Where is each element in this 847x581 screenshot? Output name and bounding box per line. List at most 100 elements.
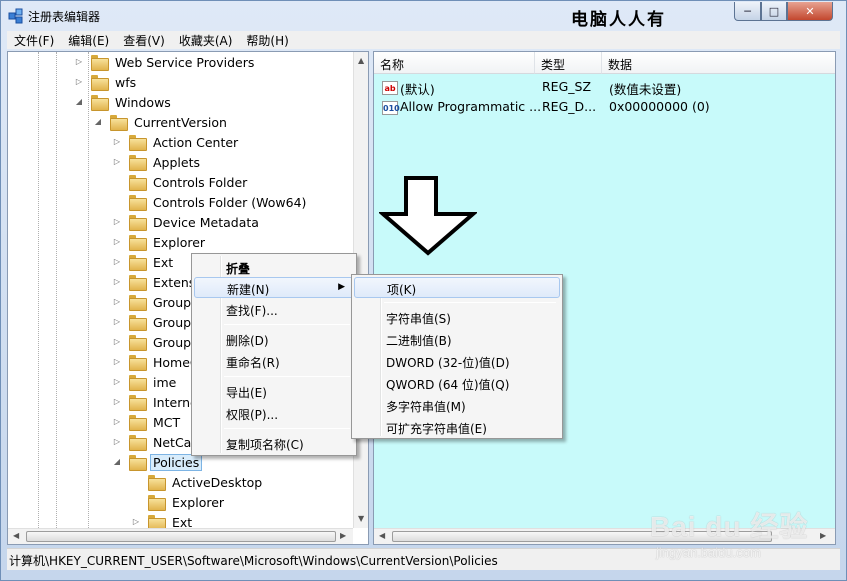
tree-node[interactable]: ◢ Windows xyxy=(74,92,174,112)
menu-item-copy-key-name[interactable]: 复制项名称(C) xyxy=(194,433,354,454)
tree-node[interactable]: Explorer xyxy=(131,492,227,512)
title-bar[interactable]: 注册表编辑器 电脑人人有 ─ □ ✕ xyxy=(1,1,846,31)
menu-item-delete[interactable]: 删除(D) xyxy=(194,329,354,350)
tree-node[interactable]: ▷ HomeG xyxy=(112,352,203,372)
menu-view[interactable]: 查看(V) xyxy=(116,31,172,49)
tree-node-label: Action Center xyxy=(153,134,239,150)
expand-arrow-icon[interactable]: ▷ xyxy=(112,437,122,447)
tree-node[interactable]: ▷ Action Center xyxy=(112,132,241,152)
folder-icon xyxy=(110,115,128,131)
menu-item-export[interactable]: 导出(E) xyxy=(194,381,354,402)
registry-editor-window: 注册表编辑器 电脑人人有 ─ □ ✕ 文件(F) 编辑(E) 查看(V) 收藏夹… xyxy=(0,0,847,581)
tree-node-label: Policies xyxy=(150,453,203,471)
collapse-arrow-icon[interactable]: ◢ xyxy=(112,457,122,467)
scroll-left-icon[interactable]: ◀ xyxy=(379,531,385,540)
value-row[interactable]: ab (默认) REG_SZ (数值未设置) xyxy=(374,77,835,97)
menu-edit[interactable]: 编辑(E) xyxy=(61,31,116,49)
expand-arrow-icon[interactable]: ▷ xyxy=(112,417,122,427)
value-type: REG_SZ xyxy=(542,79,592,94)
folder-icon xyxy=(129,195,147,211)
expand-arrow-icon[interactable]: ▷ xyxy=(112,257,122,267)
column-header-type[interactable]: 类型 xyxy=(535,52,602,74)
menu-separator xyxy=(224,376,350,377)
folder-icon xyxy=(129,315,147,331)
menu-separator xyxy=(224,324,350,325)
menu-item-collapse[interactable]: 折叠 xyxy=(194,257,354,278)
expand-arrow-icon[interactable]: ▷ xyxy=(112,137,122,147)
tree-node-label: Windows xyxy=(115,94,171,110)
tree-node-label: Web Service Providers xyxy=(115,54,255,70)
tree-guide-line xyxy=(88,52,89,544)
menu-item-find[interactable]: 查找(F)... xyxy=(194,299,354,320)
expand-arrow-icon[interactable]: ▷ xyxy=(112,217,122,227)
expand-arrow-icon[interactable]: ▷ xyxy=(74,77,84,87)
tree-node-label: MCT xyxy=(153,414,181,430)
scroll-left-icon[interactable]: ◀ xyxy=(13,531,19,540)
tree-node[interactable]: Controls Folder xyxy=(112,172,250,192)
menu-file[interactable]: 文件(F) xyxy=(7,31,61,49)
tree-node-selected[interactable]: ◢ Policies xyxy=(112,452,203,472)
expand-arrow-icon[interactable]: ▷ xyxy=(112,397,122,407)
column-header-name[interactable]: 名称 xyxy=(374,52,535,74)
menu-item-new[interactable]: 新建(N) ▶ xyxy=(194,277,354,298)
expand-arrow-icon[interactable]: ▷ xyxy=(112,157,122,167)
tree-node[interactable]: ◢ CurrentVersion xyxy=(93,112,230,132)
expand-arrow-icon[interactable]: ▷ xyxy=(112,337,122,347)
folder-icon xyxy=(129,415,147,431)
tree-guide-line xyxy=(56,52,57,544)
expand-arrow-icon[interactable]: ▷ xyxy=(74,57,84,67)
expand-arrow-icon[interactable]: ▷ xyxy=(112,237,122,247)
tree-node[interactable]: ▷ Ext xyxy=(112,252,176,272)
expand-arrow-icon[interactable]: ▷ xyxy=(112,357,122,367)
folder-icon xyxy=(148,475,166,491)
value-row[interactable]: 010 Allow Programmatic ... REG_D... 0x00… xyxy=(374,97,835,117)
submenu-item-expandable-string-value[interactable]: 可扩充字符串值(E) xyxy=(354,417,560,438)
menu-item-permissions[interactable]: 权限(P)... xyxy=(194,403,354,424)
folder-icon xyxy=(129,395,147,411)
folder-icon xyxy=(129,275,147,291)
tree-node[interactable]: ▷ Web Service Providers xyxy=(74,52,257,72)
expand-arrow-icon[interactable]: ▷ xyxy=(112,277,122,287)
folder-icon xyxy=(129,135,147,151)
expand-arrow-icon[interactable]: ▷ xyxy=(131,517,141,527)
minimize-button[interactable]: ─ xyxy=(734,2,761,21)
tree-node[interactable]: ▷ Applets xyxy=(112,152,203,172)
submenu-item-dword-value[interactable]: DWORD (32-位)值(D) xyxy=(354,351,560,372)
submenu-item-qword-value[interactable]: QWORD (64 位)值(Q) xyxy=(354,373,560,394)
tree-node[interactable]: ActiveDesktop xyxy=(131,472,265,492)
tree-node[interactable]: Controls Folder (Wow64) xyxy=(112,192,309,212)
submenu-item-key[interactable]: 项(K) xyxy=(354,277,560,298)
tree-node[interactable]: ▷ MCT xyxy=(112,412,183,432)
scrollbar-thumb[interactable] xyxy=(26,531,336,542)
submenu-item-binary-value[interactable]: 二进制值(B) xyxy=(354,329,560,350)
scroll-right-icon[interactable]: ▶ xyxy=(340,531,346,540)
menu-separator xyxy=(224,428,350,429)
expand-arrow-icon[interactable]: ▷ xyxy=(112,317,122,327)
collapse-arrow-icon[interactable]: ◢ xyxy=(74,97,84,107)
submenu-item-multi-string-value[interactable]: 多字符串值(M) xyxy=(354,395,560,416)
tree-horizontal-scrollbar[interactable]: ◀ ▶ xyxy=(8,528,353,544)
tree-node-label: wfs xyxy=(115,74,137,90)
submenu-item-string-value[interactable]: 字符串值(S) xyxy=(354,307,560,328)
tree-node-label: ActiveDesktop xyxy=(172,474,263,490)
scroll-up-icon[interactable]: ▲ xyxy=(358,56,364,65)
tree-node-label: Device Metadata xyxy=(153,214,259,230)
registry-app-icon xyxy=(8,8,23,24)
menu-item-rename[interactable]: 重命名(R) xyxy=(194,351,354,372)
tree-node[interactable]: ▷ ime xyxy=(112,372,179,392)
scroll-down-icon[interactable]: ▼ xyxy=(358,514,364,523)
maximize-button[interactable]: □ xyxy=(761,2,787,21)
expand-arrow-icon[interactable]: ▷ xyxy=(112,297,122,307)
collapse-arrow-icon[interactable]: ◢ xyxy=(93,117,103,127)
menu-item-label: 新建(N) xyxy=(227,283,270,297)
menu-help[interactable]: 帮助(H) xyxy=(239,31,295,49)
tree-node-label: ime xyxy=(153,374,177,390)
menu-favorites[interactable]: 收藏夹(A) xyxy=(172,31,240,49)
tree-node[interactable]: ▷ Explorer xyxy=(112,232,208,252)
expand-arrow-icon xyxy=(131,477,141,487)
tree-node[interactable]: ▷ wfs xyxy=(74,72,139,92)
close-button[interactable]: ✕ xyxy=(787,2,833,21)
expand-arrow-icon[interactable]: ▷ xyxy=(112,377,122,387)
column-header-data[interactable]: 数据 xyxy=(602,52,835,74)
tree-node[interactable]: ▷ Device Metadata xyxy=(112,212,262,232)
